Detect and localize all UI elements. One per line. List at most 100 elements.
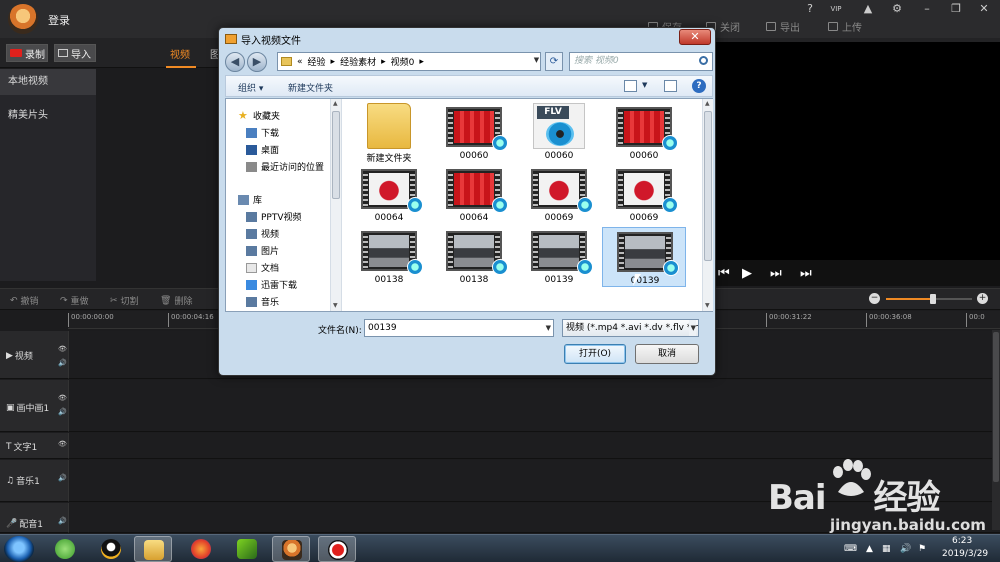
notification-icon[interactable]: ▲ [858, 2, 878, 15]
organize-menu[interactable]: 组织 ▾ [238, 81, 263, 94]
filename-input[interactable]: 00139 ▼ [364, 319, 554, 337]
file-item[interactable]: 00139 [602, 227, 686, 287]
breadcrumb-item[interactable]: 经验 [308, 55, 326, 68]
eye-icon[interactable]: 👁 [58, 394, 67, 402]
tree-libraries[interactable]: 库 [238, 193, 262, 206]
new-folder-button[interactable]: 新建文件夹 [288, 81, 333, 94]
file-item[interactable]: 00139 [517, 227, 601, 287]
nav-item-local-video[interactable]: 本地视频 [0, 69, 96, 95]
clock-time[interactable]: 6:23 [952, 536, 972, 546]
filename-dropdown-icon[interactable]: ▼ [546, 320, 551, 336]
speaker-icon[interactable]: 🔊 [58, 474, 67, 482]
eye-icon[interactable]: 👁 [58, 440, 67, 448]
nav-item-intros[interactable]: 精美片头 [0, 103, 96, 129]
refresh-icon[interactable]: ⟳ [545, 52, 563, 71]
login-link[interactable]: 登录 [48, 12, 70, 28]
zoom-slider-thumb[interactable] [930, 294, 937, 304]
file-item[interactable]: 00069 [517, 165, 601, 225]
close-app-icon[interactable]: ✕ [974, 2, 994, 15]
file-item[interactable]: FLV 00060 [517, 103, 601, 163]
vip-icon[interactable]: VIP [826, 5, 846, 13]
zoom-slider[interactable] [886, 294, 972, 304]
cancel-button[interactable]: 取消 [635, 344, 699, 364]
tree-favorites[interactable]: ★ 收藏夹 [238, 109, 280, 123]
tree-item-pictures[interactable]: 图片 [246, 244, 279, 257]
tree-scroll-thumb[interactable] [332, 111, 340, 199]
tree-item-thunder[interactable]: 迅雷下载 [246, 278, 297, 291]
file-item[interactable]: 00138 [347, 227, 431, 287]
track-lane-text[interactable] [68, 433, 1000, 459]
cut-button[interactable]: ✂ 切割 [110, 294, 139, 308]
folder-item[interactable]: 新建文件夹 [347, 103, 431, 164]
track-lane-pip[interactable] [68, 380, 1000, 432]
delete-button[interactable]: 🗑 删除 [160, 294, 192, 308]
speaker-icon[interactable]: 🔊 [58, 359, 67, 367]
scroll-up-icon[interactable]: ▲ [705, 100, 710, 107]
tray-flag-icon[interactable]: ⚑ [918, 544, 926, 554]
zoom-out-icon[interactable]: − [869, 293, 880, 304]
upload-button[interactable]: 上传 [828, 19, 862, 34]
taskbar-app-explorer[interactable] [134, 536, 172, 562]
view-dropdown-icon[interactable]: ▼ [642, 81, 647, 89]
view-options-icon[interactable] [624, 80, 637, 92]
scrollbar-thumb[interactable] [993, 332, 999, 482]
record-button[interactable]: 录制 [6, 44, 48, 62]
next-frame-icon[interactable]: ⏭ [770, 266, 782, 281]
tree-item-videos[interactable]: 视频 [246, 227, 279, 240]
speaker-icon[interactable]: 🔊 [58, 517, 67, 525]
speaker-icon[interactable]: 🔊 [58, 408, 67, 416]
scroll-down-icon[interactable]: ▼ [333, 302, 338, 309]
breadcrumb-item[interactable]: 经验素材 [340, 55, 376, 68]
redo-button[interactable]: ↷ 重做 [60, 294, 89, 308]
help-icon[interactable]: ? [800, 2, 820, 15]
play-icon[interactable]: ▶ [742, 266, 752, 281]
skip-end-icon[interactable]: ⏭ [800, 266, 812, 281]
zoom-in-icon[interactable]: + [977, 293, 988, 304]
settings-icon[interactable]: ⚙ [887, 2, 907, 15]
tree-item-recent[interactable]: 最近访问的位置 [246, 160, 324, 173]
tray-arrow-icon[interactable]: ▲ [866, 544, 873, 554]
taskbar-app-firefox[interactable] [182, 536, 220, 562]
address-bar[interactable]: « 经验 ▸ 经验素材 ▸ 视频0 ▸ [277, 52, 541, 71]
taskbar-app-qq[interactable] [92, 536, 130, 562]
file-item[interactable]: 00060 [432, 103, 516, 163]
minimize-icon[interactable]: – [917, 2, 937, 15]
tab-video[interactable]: 视频 [170, 46, 190, 61]
tree-item-pptv[interactable]: PPTV视频 [246, 210, 302, 223]
search-input[interactable]: 搜索 视频0 [569, 52, 713, 71]
tree-item-music[interactable]: 音乐 [246, 295, 279, 308]
file-grid-scrollbar[interactable]: ▲ ▼ [702, 99, 713, 311]
preview-pane-icon[interactable] [664, 80, 677, 92]
taskbar-app-editor[interactable] [272, 536, 310, 562]
breadcrumb-overflow[interactable]: « [297, 57, 303, 67]
tray-network-icon[interactable]: ▦ [882, 544, 891, 554]
skip-back-icon[interactable]: ⏮ [718, 266, 730, 281]
help-icon[interactable]: ? [692, 79, 706, 93]
open-button[interactable]: 打开(O) [564, 344, 626, 364]
back-icon[interactable]: ◀ [225, 52, 245, 72]
maximize-icon[interactable]: ❐ [946, 2, 966, 15]
breadcrumb-item[interactable]: 视频0 [391, 55, 415, 68]
timeline-scrollbar[interactable] [992, 330, 1000, 530]
start-button[interactable] [4, 536, 34, 562]
file-scroll-thumb[interactable] [704, 111, 712, 261]
tree-item-documents[interactable]: 文档 [246, 261, 279, 274]
undo-button[interactable]: ↶ 撤销 [10, 294, 39, 308]
taskbar-app-media[interactable] [228, 536, 266, 562]
tree-scrollbar[interactable]: ▲ ▼ [330, 99, 341, 311]
taskbar-app-recorder[interactable] [318, 536, 356, 562]
file-item[interactable]: 00064 [432, 165, 516, 225]
tray-volume-icon[interactable]: 🔊 [900, 544, 911, 554]
export-button[interactable]: 导出 [766, 19, 800, 34]
tray-keyboard-icon[interactable]: ⌨ [844, 544, 857, 554]
scroll-down-icon[interactable]: ▼ [705, 302, 710, 309]
file-item[interactable]: 00060 [602, 103, 686, 163]
tree-item-desktop[interactable]: 桌面 [246, 143, 279, 156]
filetype-select[interactable]: 视频 (*.mp4 *.avi *.dv *.flv *.m ▼ [562, 319, 699, 337]
clock-date[interactable]: 2019/3/29 [942, 549, 988, 559]
filetype-dropdown-icon[interactable]: ▼ [688, 320, 696, 336]
scroll-up-icon[interactable]: ▲ [333, 100, 338, 107]
tree-item-downloads[interactable]: 下载 [246, 126, 279, 139]
dialog-close-button[interactable]: ✕ [679, 29, 711, 45]
eye-icon[interactable]: 👁 [58, 345, 67, 353]
